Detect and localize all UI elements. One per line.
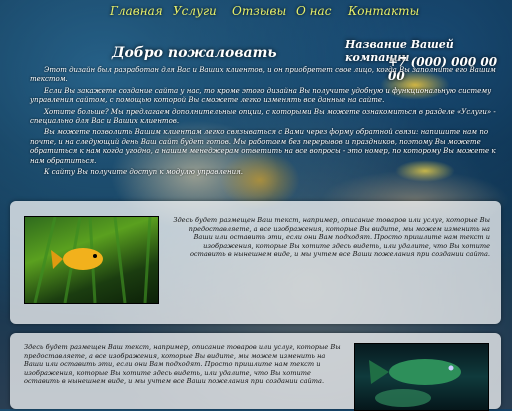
intro-text: Этот дизайн был разработан для Вас и Ваш… bbox=[30, 66, 502, 177]
panel-1-text: Здесь будет размещен Ваш текст, например… bbox=[173, 216, 490, 259]
intro-paragraph: Хотите больше? Мы предлагаем дополнитель… bbox=[30, 107, 496, 126]
nav-item-reviews[interactable]: Отзывы bbox=[232, 4, 286, 18]
panel-2-text: Здесь будет размещен Ваш текст, например… bbox=[24, 343, 341, 386]
green-fish-image bbox=[354, 343, 489, 411]
intro-paragraph: Вы можете позволить Вашим клиентам легко… bbox=[30, 128, 496, 165]
nav-item-home[interactable]: Главная bbox=[110, 4, 163, 18]
intro-paragraph: Этот дизайн был разработан для Вас и Ваш… bbox=[30, 66, 496, 84]
nav-item-services[interactable]: Услуги bbox=[173, 4, 217, 18]
content-panel-1: Здесь будет размещен Ваш текст, например… bbox=[10, 201, 501, 324]
intro-paragraph: Если Вы закажете создание сайта у нас, т… bbox=[30, 86, 492, 105]
nav-item-contacts[interactable]: Контакты bbox=[348, 4, 419, 18]
intro-paragraph: К сайту Вы получите доступ к модулю упра… bbox=[44, 168, 243, 177]
content-panel-2: Здесь будет размещен Ваш текст, например… bbox=[10, 333, 501, 411]
nav-item-about[interactable]: О нас bbox=[296, 4, 331, 18]
main-nav: Главная Услуги Отзывы О нас Контакты bbox=[110, 2, 510, 22]
page-title: Добро пожаловать bbox=[112, 45, 277, 61]
yellow-fish-image bbox=[24, 216, 159, 304]
